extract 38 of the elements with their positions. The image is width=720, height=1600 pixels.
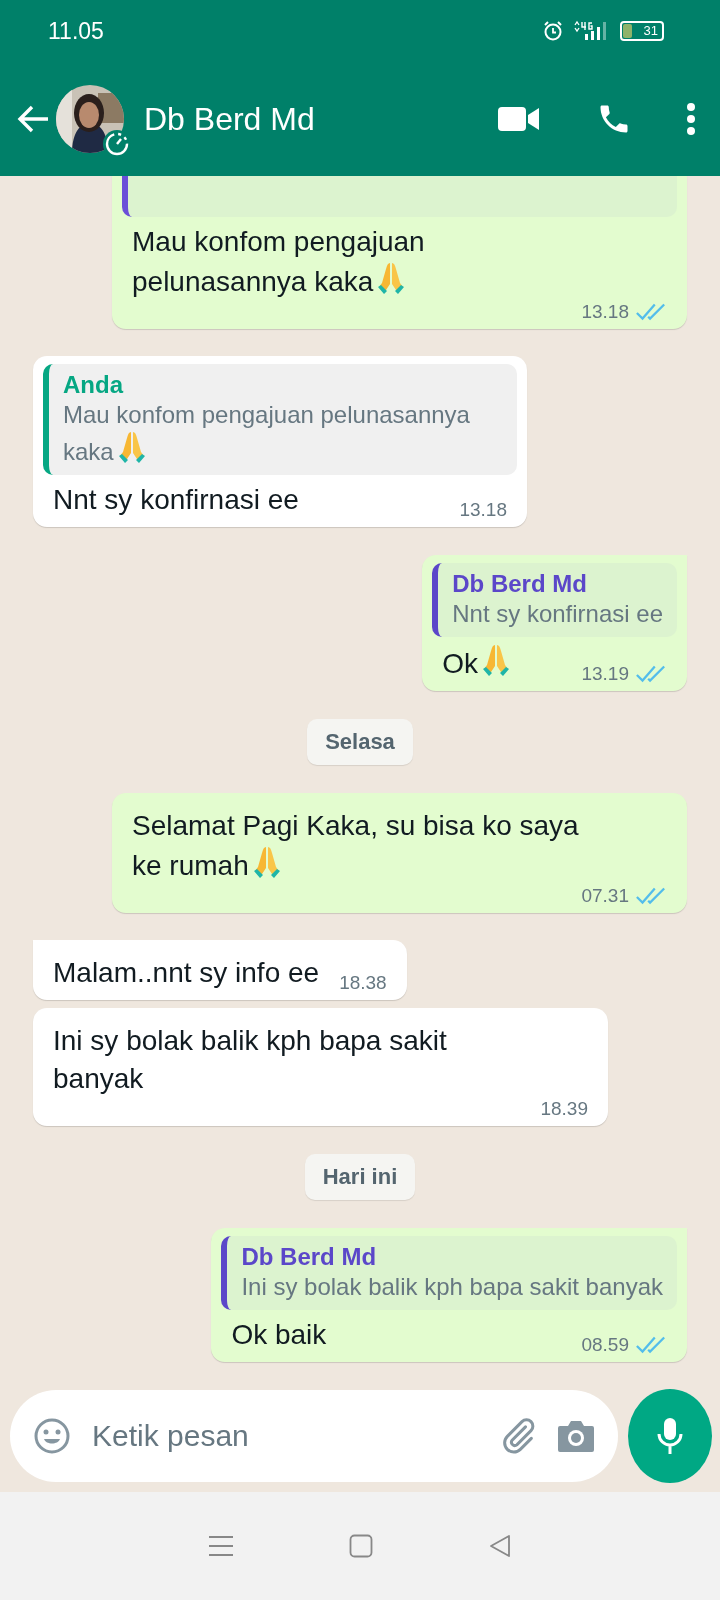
- message-time: 08.59: [581, 1334, 629, 1356]
- message-time: 13.18: [459, 499, 507, 521]
- message-field[interactable]: Ketik pesan: [10, 1390, 618, 1482]
- quote-author: Db Berd Md: [241, 1242, 378, 1272]
- emoji-icon[interactable]: [32, 1416, 72, 1456]
- quote-text: Nnt sy konfirnasi ee: [452, 599, 663, 629]
- message-text: Ok: [442, 643, 512, 683]
- message-text: Selamat Pagi Kaka, su bisa ko saya ke rumah: [132, 809, 580, 883]
- camera-icon[interactable]: [556, 1418, 596, 1454]
- date-label: Selasa: [307, 719, 413, 765]
- message-time: 18.38: [339, 972, 387, 994]
- message-text: Mau konfom pengajuan pelunasannya kaka: [132, 225, 426, 299]
- message-time: 18.39: [540, 1098, 588, 1120]
- video-call-icon[interactable]: [498, 105, 540, 133]
- microphone-icon: [657, 1417, 683, 1455]
- message-time: 07.31: [581, 885, 629, 907]
- message-text: Malam..nnt sy info ee: [53, 956, 320, 990]
- quote-author: Db Berd Md: [452, 569, 588, 599]
- alarm-icon: [542, 20, 564, 42]
- message-time: 13.19: [581, 663, 629, 685]
- home-icon[interactable]: [349, 1534, 373, 1558]
- status-time: 11.05: [48, 17, 104, 45]
- back-arrow-icon[interactable]: [16, 104, 50, 134]
- message-time: 13.18: [581, 301, 629, 323]
- message-text: Nnt sy konfirnasi ee: [53, 483, 299, 517]
- quote-author: Anda: [63, 370, 125, 400]
- message-text: Ini sy bolak balik kph bapa sakit banyak: [53, 1024, 448, 1096]
- message-text: Ok baik: [231, 1318, 327, 1352]
- status-ring-icon: [102, 129, 132, 159]
- back-icon[interactable]: [488, 1534, 513, 1558]
- contact-name[interactable]: Db Berd Md: [144, 100, 442, 138]
- menu-icon[interactable]: [207, 1535, 234, 1557]
- message-input-field[interactable]: Ketik pesan: [90, 1418, 480, 1454]
- date-label: Hari ini: [304, 1154, 416, 1200]
- quote-text: Ini sy bolak balik kph bapa sakit banyak: [241, 1272, 663, 1302]
- battery-icon: 31: [620, 21, 664, 41]
- quote-text: Mau konfom pengajuan pelunasannya kaka: [63, 400, 471, 467]
- more-options-icon[interactable]: [686, 102, 696, 136]
